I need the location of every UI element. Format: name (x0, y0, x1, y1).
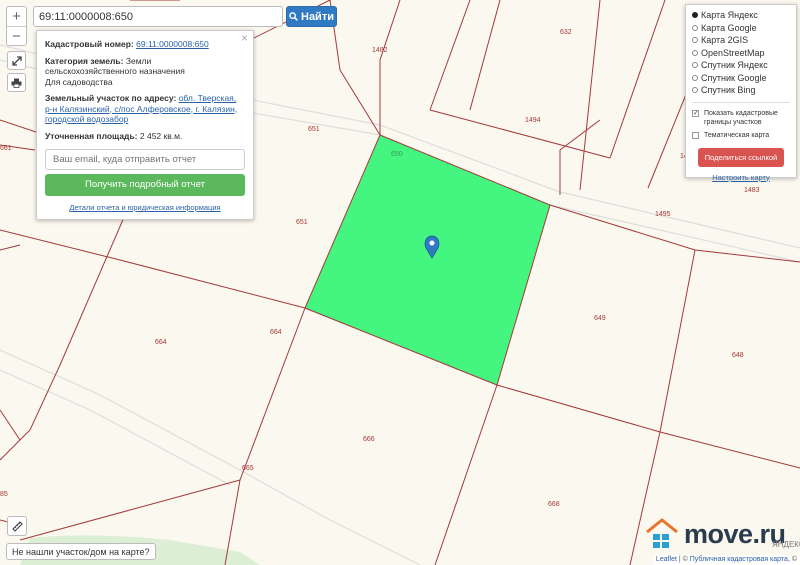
radio-icon (692, 87, 698, 94)
address-label: Земельный участок по адресу: (45, 93, 177, 103)
parcel-label: 666 (363, 436, 375, 443)
radio-icon (692, 37, 698, 44)
parcel-label: 649 (594, 315, 606, 322)
parcel-label: 664 (155, 339, 167, 346)
land-category-label: Категория земель: (45, 55, 124, 66)
checkbox-checked-icon: ✓ (692, 109, 699, 117)
house-icon (646, 518, 678, 548)
move-ru-logo: move.ru (645, 518, 786, 550)
layer-option-label: Карта Яндекс (701, 10, 758, 21)
thematic-map-checkbox[interactable]: Тематическая карта (692, 131, 790, 140)
search-icon (289, 12, 298, 21)
printer-icon (11, 78, 22, 88)
radio-icon (692, 49, 698, 56)
parcel-label: 1494 (525, 117, 541, 124)
zoom-out-button[interactable]: − (7, 27, 26, 46)
road (0, 369, 231, 486)
ruler-button[interactable] (7, 516, 27, 536)
attribution-tail: , © (787, 556, 797, 563)
report-details-link[interactable]: Детали отчета и юридическая информация (69, 203, 220, 212)
land-purpose-value: Для садоводства (45, 76, 113, 87)
leaflet-link[interactable]: Leaflet (656, 556, 677, 563)
area-value: 2 452 кв.м. (139, 130, 183, 141)
fullscreen-button[interactable] (7, 51, 26, 70)
parcel-label: 648 (732, 352, 744, 359)
parcel-label: 1495 (655, 211, 671, 218)
layer-option[interactable]: Спутник Яндекс (692, 59, 790, 72)
selected-parcel[interactable] (304, 134, 551, 386)
parcel-label: 1482 (372, 47, 388, 54)
parcel-label: 1483 (744, 187, 760, 194)
road (0, 349, 421, 565)
parcel-label: 668 (548, 501, 560, 508)
get-report-button[interactable]: Получить подробный отчет (45, 174, 245, 196)
zoom-in-button[interactable]: + (7, 7, 26, 26)
close-icon[interactable]: × (241, 32, 248, 43)
layer-option-label: Спутник Яндекс (701, 60, 768, 71)
checkbox-icon (692, 131, 699, 139)
configure-map-link[interactable]: Настроить карту (692, 173, 790, 182)
layer-switcher: Карта Яндекс Карта Google Карта 2GIS OpenSt… (685, 4, 797, 182)
search-button[interactable]: Найти (286, 6, 337, 27)
layer-option-label: Спутник Google (701, 72, 767, 83)
parcel-label: 85 (0, 491, 8, 498)
radio-icon (692, 24, 698, 31)
cadastral-source-link[interactable]: Публичная кадастровая карта (690, 556, 788, 563)
parcel-label: 632 (560, 29, 572, 36)
layer-option[interactable]: Карта Яндекс (692, 9, 790, 22)
not-found-help-button[interactable]: Не нашли участок/дом на карте? (6, 543, 156, 560)
parcel-label: 651 (296, 219, 308, 226)
parcel-label: 664 (270, 329, 282, 336)
area-label: Уточненная площадь: (45, 130, 138, 141)
parcel-label: 651 (308, 126, 320, 133)
layer-option-label: Спутник Bing (701, 85, 756, 96)
print-button[interactable] (7, 73, 26, 92)
layer-option[interactable]: OpenStreetMap (692, 47, 790, 60)
layer-option[interactable]: Спутник Google (692, 72, 790, 85)
share-link-button[interactable]: Поделиться ссылкой (698, 147, 784, 167)
radio-icon (692, 74, 698, 81)
parcel-label: 650 (391, 151, 403, 158)
radio-icon (692, 62, 698, 69)
email-field[interactable] (45, 149, 245, 170)
show-borders-checkbox[interactable]: ✓ Показать кадастровые границы участков (692, 109, 790, 127)
layer-option-label: OpenStreetMap (701, 47, 765, 58)
attribution-separator: | © (676, 556, 690, 563)
radio-selected-icon (692, 12, 698, 19)
thematic-map-label: Тематическая карта (704, 131, 770, 139)
yandex-mark: ЯНДЕКС (772, 540, 800, 549)
layer-option[interactable]: Карта 2GIS (692, 34, 790, 47)
layer-option[interactable]: Карта Google (692, 22, 790, 35)
parcel-label: 665 (242, 465, 254, 472)
cadastral-number-link[interactable]: 69:11:0000008:650 (136, 39, 209, 49)
layer-option-label: Карта Google (701, 22, 757, 33)
ruler-icon (11, 520, 23, 532)
zoom-control: + − (6, 6, 27, 46)
search-button-label: Найти (301, 10, 334, 23)
map-attribution: Leaflet | © Публичная кадастровая карта,… (652, 555, 800, 565)
parcel-label: 661 (0, 145, 12, 152)
expand-icon (11, 55, 22, 66)
cadastral-search-input[interactable] (33, 6, 283, 27)
show-borders-label: Показать кадастровые границы участков (704, 109, 778, 126)
parcel-info-panel: × Кадастровый номер: 69:11:0000008:650 К… (36, 30, 254, 220)
layer-option[interactable]: Спутник Bing (692, 84, 790, 97)
cadastral-number-label: Кадастровый номер: (45, 39, 134, 49)
logo-text: move.ru (684, 518, 786, 549)
layer-option-label: Карта 2GIS (701, 35, 749, 46)
